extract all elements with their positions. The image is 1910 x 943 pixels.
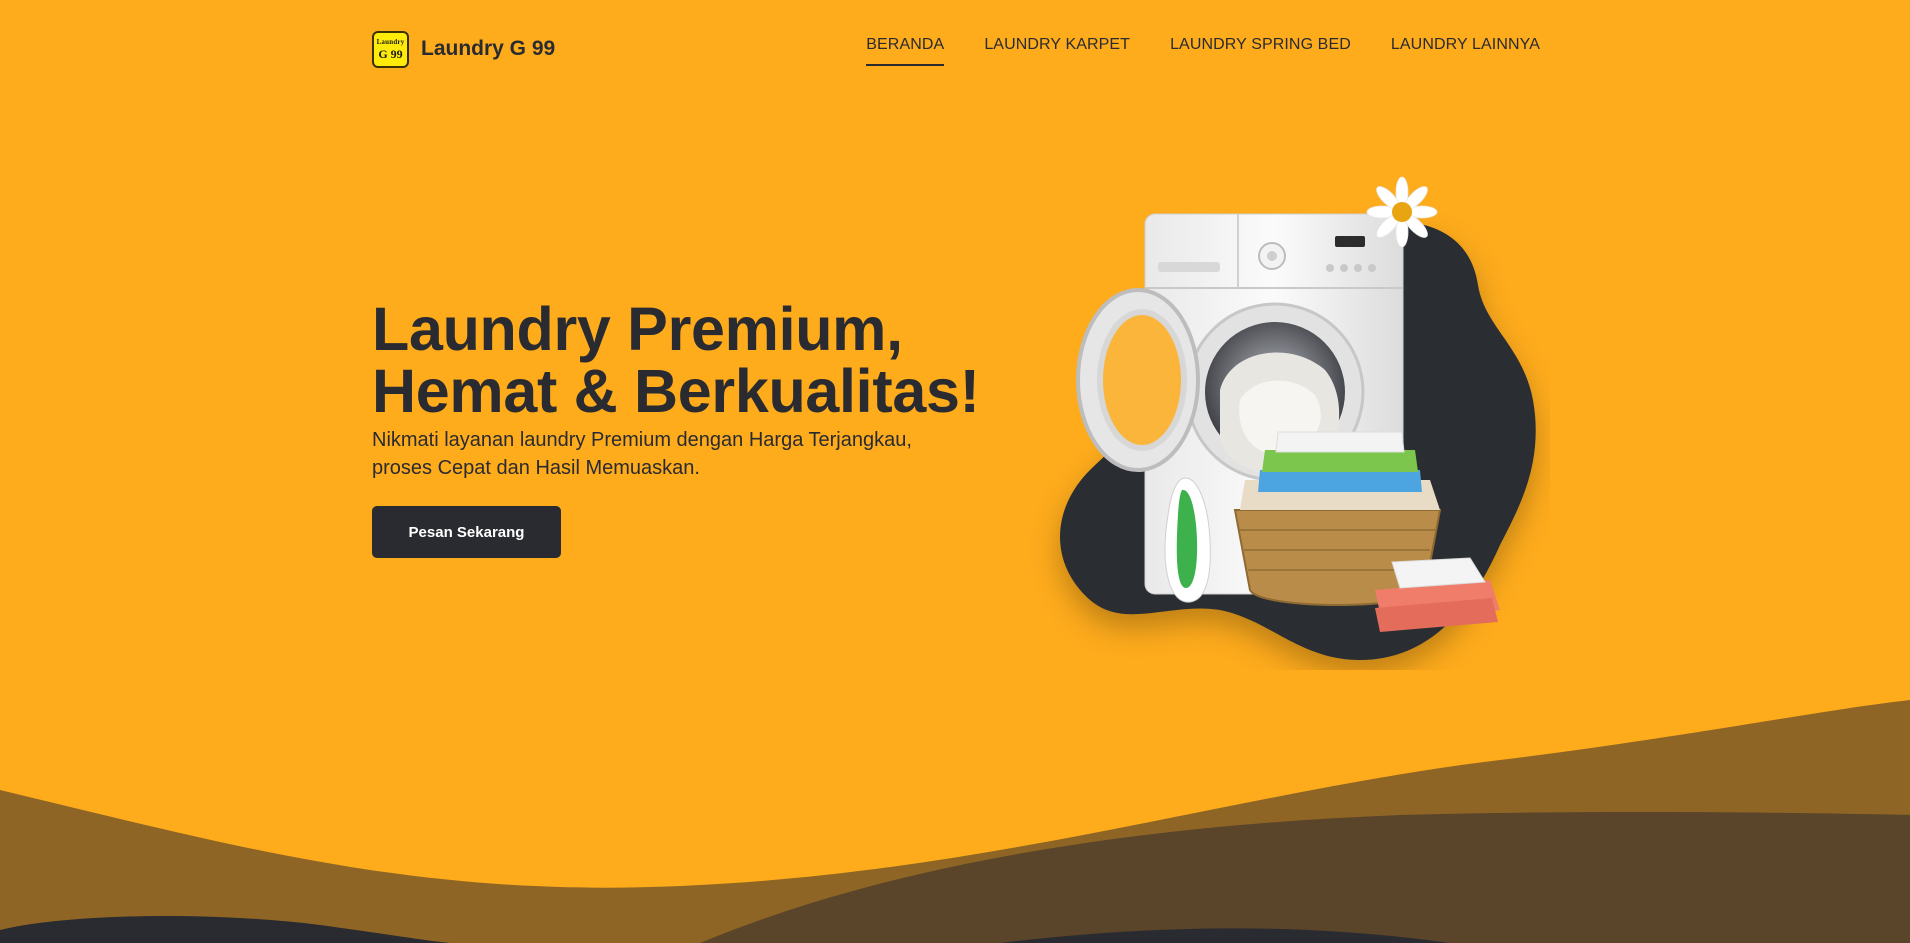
brand-logo-icon: Laundry G 99 <box>372 30 409 68</box>
daisy-flower <box>1366 176 1438 248</box>
hero-title-line-2: Hemat & Berkualitas! <box>372 357 980 425</box>
order-now-button[interactable]: Pesan Sekarang <box>372 506 561 558</box>
hero-title-line-1: Laundry Premium, <box>372 295 903 363</box>
nav-item-laundry-lainnya[interactable]: LAUNDRY LAINNYA <box>1391 36 1540 66</box>
site-header: Laundry G 99 Laundry G 99 BERANDA LAUNDR… <box>372 30 1540 74</box>
landing-page: Laundry G 99 Laundry G 99 BERANDA LAUNDR… <box>0 0 1910 943</box>
brand-name: Laundry G 99 <box>421 37 556 60</box>
hero-title: Laundry Premium, Hemat & Berkualitas! <box>372 298 1032 422</box>
hero-illustration <box>1030 170 1550 670</box>
logo-text-top: Laundry <box>376 37 405 46</box>
decorative-waves <box>0 700 1910 943</box>
nav-item-beranda[interactable]: BERANDA <box>866 36 945 66</box>
wave-shapes-icon <box>0 700 1910 943</box>
nav-item-laundry-spring-bed[interactable]: LAUNDRY SPRING BED <box>1170 36 1351 66</box>
machine-door <box>1076 288 1200 472</box>
brand-link[interactable]: Laundry G 99 Laundry G 99 <box>372 30 555 68</box>
logo-text-bottom: G 99 <box>378 46 403 61</box>
washing-machine-illustration-icon <box>1060 176 1536 661</box>
hero-subtitle: Nikmati layanan laundry Premium dengan H… <box>372 426 992 482</box>
nav-item-laundry-karpet[interactable]: LAUNDRY KARPET <box>984 36 1130 66</box>
main-nav: BERANDA LAUNDRY KARPET LAUNDRY SPRING BE… <box>866 36 1540 66</box>
hero-subtitle-line-1: Nikmati layanan laundry Premium dengan H… <box>372 429 912 451</box>
hero-subtitle-line-2: proses Cepat dan Hasil Memuaskan. <box>372 457 700 479</box>
